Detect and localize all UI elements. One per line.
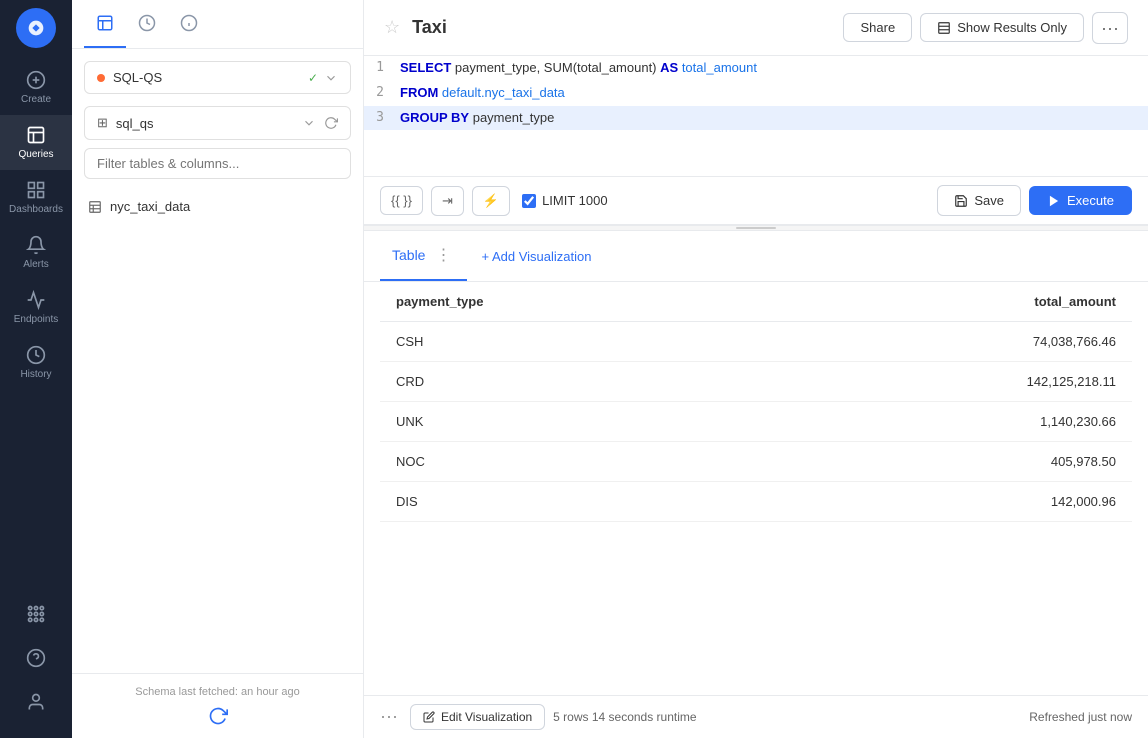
limit-label: LIMIT 1000	[542, 193, 608, 208]
page-title: Taxi	[412, 17, 843, 38]
save-icon	[954, 194, 968, 208]
cell-total-amount: 142,125,218.11	[753, 362, 1132, 402]
autocomplete-icon: ⚡	[483, 193, 499, 209]
add-viz-label: + Add Visualization	[481, 249, 591, 264]
cell-payment-type: NOC	[380, 442, 753, 482]
editor-toolbar: {{ }} ⇥ ⚡ LIMIT 1000 Save Execute	[364, 176, 1148, 224]
connection-status-dot	[97, 74, 105, 82]
cell-total-amount: 405,978.50	[753, 442, 1132, 482]
schema-actions	[302, 116, 338, 130]
left-panel-tabs	[72, 0, 363, 49]
edit-viz-label: Edit Visualization	[441, 710, 532, 724]
template-button[interactable]: {{ }}	[380, 186, 423, 215]
limit-checkbox[interactable]: LIMIT 1000	[522, 193, 608, 208]
show-results-label: Show Results Only	[957, 20, 1067, 35]
star-button[interactable]: ☆	[384, 17, 400, 38]
more-options-button[interactable]: ···	[1092, 12, 1128, 44]
sidebar-item-endpoints[interactable]: Endpoints	[0, 280, 72, 335]
edit-icon	[423, 711, 435, 723]
sidebar-item-help[interactable]	[26, 638, 46, 678]
col-total-amount: total_amount	[753, 282, 1132, 322]
edit-visualization-button[interactable]: Edit Visualization	[410, 704, 545, 730]
execute-label: Execute	[1067, 193, 1114, 208]
sidebar-nav: Create Queries Dashboards Alerts Endpoin…	[0, 0, 72, 738]
results-tab-table[interactable]: Table ⋮	[380, 231, 467, 281]
schema-footer: Schema last fetched: an hour ago	[72, 673, 363, 738]
results-table: payment_type total_amount CSH 74,038,766…	[364, 282, 1148, 695]
col-payment-type: payment_type	[380, 282, 753, 322]
add-visualization-button[interactable]: + Add Visualization	[467, 241, 605, 272]
format-button[interactable]: ⇥	[431, 186, 464, 216]
table-row: DIS 142,000.96	[380, 482, 1132, 522]
chevron-down-icon	[324, 71, 338, 85]
table-item-nyc-taxi-data[interactable]: nyc_taxi_data	[84, 191, 351, 222]
schema-name: sql_qs	[116, 116, 302, 131]
code-line-3: 3 GROUP BY payment_type	[364, 106, 1148, 131]
connection-check-icon: ✓	[308, 71, 318, 85]
limit-checkbox-input[interactable]	[522, 194, 536, 208]
table-name: nyc_taxi_data	[110, 199, 190, 214]
left-tab-info[interactable]	[168, 0, 210, 48]
main-content: ☆ Taxi Share Show Results Only ··· 1 SEL…	[364, 0, 1148, 738]
results-stats: 5 rows 14 seconds runtime	[553, 710, 696, 724]
sidebar-item-dashboards[interactable]: Dashboards	[0, 170, 72, 225]
execute-button[interactable]: Execute	[1029, 186, 1132, 215]
cell-payment-type: CRD	[380, 362, 753, 402]
results-tab-more-icon[interactable]: ⋮	[431, 245, 455, 265]
sidebar-item-create[interactable]: Create	[0, 60, 72, 115]
refresh-timestamp: Refreshed just now	[1029, 710, 1132, 724]
top-bar-actions: Share Show Results Only ···	[843, 12, 1128, 44]
code-line-1: 1 SELECT payment_type, SUM(total_amount)…	[364, 56, 1148, 81]
share-button[interactable]: Share	[843, 13, 912, 42]
code-editor[interactable]: 1 SELECT payment_type, SUM(total_amount)…	[364, 56, 1148, 176]
cell-total-amount: 1,140,230.66	[753, 402, 1132, 442]
footer-more-button[interactable]: ⋯	[380, 707, 398, 728]
sidebar-item-alerts[interactable]: Alerts	[0, 225, 72, 280]
table-list: nyc_taxi_data	[72, 187, 363, 673]
code-line-2: 2 FROM default.nyc_taxi_data	[364, 81, 1148, 106]
results-data-table: payment_type total_amount CSH 74,038,766…	[380, 282, 1132, 522]
top-bar: ☆ Taxi Share Show Results Only ···	[364, 0, 1148, 56]
left-panel: SQL-QS ✓ ⊞ sql_qs nyc_taxi_data Schema l…	[72, 0, 364, 738]
autocomplete-button[interactable]: ⚡	[472, 186, 510, 216]
left-tab-history[interactable]	[126, 0, 168, 48]
query-section: 1 SELECT payment_type, SUM(total_amount)…	[364, 56, 1148, 225]
table-results-icon	[937, 21, 951, 35]
filter-tables-input[interactable]	[84, 148, 351, 179]
execute-icon	[1047, 194, 1061, 208]
table-icon	[88, 200, 102, 214]
cell-total-amount: 74,038,766.46	[753, 322, 1132, 362]
sidebar-item-queries[interactable]: Queries	[0, 115, 72, 170]
sidebar-item-profile[interactable]	[26, 682, 46, 722]
show-results-button[interactable]: Show Results Only	[920, 13, 1084, 42]
table-row: UNK 1,140,230.66	[380, 402, 1132, 442]
table-row: CSH 74,038,766.46	[380, 322, 1132, 362]
sidebar-item-apps[interactable]	[26, 594, 46, 634]
cell-payment-type: UNK	[380, 402, 753, 442]
left-tab-schema[interactable]	[84, 0, 126, 48]
schema-selector[interactable]: ⊞ sql_qs	[84, 106, 351, 140]
app-logo[interactable]	[16, 8, 56, 48]
results-tabs: Table ⋮ + Add Visualization	[364, 231, 1148, 282]
sidebar-item-history[interactable]: History	[0, 335, 72, 390]
results-tab-table-label: Table	[392, 247, 425, 263]
results-section: Table ⋮ + Add Visualization payment_type…	[364, 231, 1148, 738]
table-row: NOC 405,978.50	[380, 442, 1132, 482]
table-row: CRD 142,125,218.11	[380, 362, 1132, 402]
chevron-down-schema-icon[interactable]	[302, 116, 316, 130]
schema-last-fetched: Schema last fetched: an hour ago	[135, 686, 300, 698]
schema-icon: ⊞	[97, 115, 108, 131]
refresh-footer-icon[interactable]	[208, 706, 228, 726]
refresh-schema-icon[interactable]	[324, 116, 338, 130]
save-button[interactable]: Save	[937, 185, 1021, 216]
cell-total-amount: 142,000.96	[753, 482, 1132, 522]
format-icon: ⇥	[442, 193, 453, 209]
results-footer: ⋯ Edit Visualization 5 rows 14 seconds r…	[364, 695, 1148, 738]
connection-selector[interactable]: SQL-QS ✓	[84, 61, 351, 94]
connection-name: SQL-QS	[113, 70, 304, 85]
cell-payment-type: CSH	[380, 322, 753, 362]
save-label: Save	[974, 193, 1004, 208]
cell-payment-type: DIS	[380, 482, 753, 522]
